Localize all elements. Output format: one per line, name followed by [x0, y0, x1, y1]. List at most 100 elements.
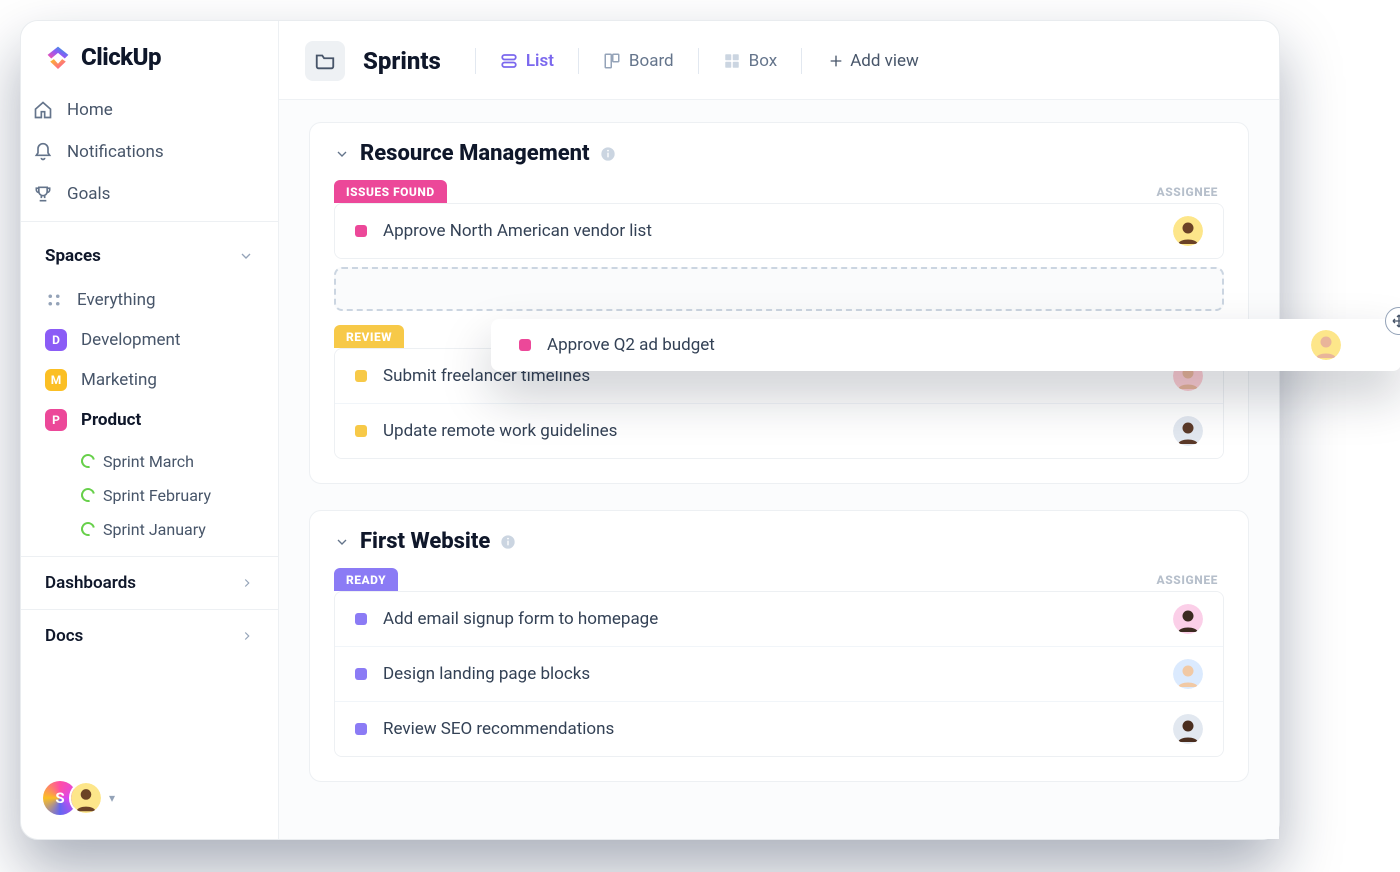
sidebar: ClickUp Home Notifications Goals Spaces	[21, 21, 279, 839]
avatar[interactable]	[1173, 714, 1203, 744]
space-badge-p: P	[45, 409, 67, 431]
task-drop-zone[interactable]	[334, 267, 1224, 311]
sprint-item-february[interactable]: Sprint February	[81, 478, 266, 512]
space-development[interactable]: D Development	[33, 320, 266, 360]
avatar[interactable]	[1173, 659, 1203, 689]
list-icon	[500, 52, 518, 70]
task-group-ready: Add email signup form to homepage Design…	[334, 591, 1224, 757]
task-name: Design landing page blocks	[383, 664, 590, 684]
plus-icon	[828, 53, 844, 69]
box-icon	[723, 52, 741, 70]
assignee-header: ASSIGNEE	[1157, 573, 1218, 587]
task-name: Review SEO recommendations	[383, 719, 614, 739]
group-panel-first-website: First Website READY ASSIGNEE Add email s…	[309, 510, 1249, 782]
spaces-header[interactable]: Spaces	[21, 228, 278, 280]
status-dot	[355, 425, 367, 437]
user-avatar	[69, 781, 103, 815]
nav-goals[interactable]: Goals	[21, 173, 278, 215]
chevron-down-icon	[238, 248, 254, 264]
collapse-icon[interactable]	[334, 534, 350, 550]
add-view-button[interactable]: Add view	[828, 51, 919, 71]
nav-home[interactable]: Home	[21, 89, 278, 131]
nav-notifications-label: Notifications	[67, 142, 164, 162]
view-bar: Sprints List Board Box Add view	[279, 21, 1279, 100]
sprint-icon	[78, 519, 97, 538]
status-dot	[355, 723, 367, 735]
add-view-label: Add view	[850, 51, 919, 71]
view-tab-box-label: Box	[749, 51, 778, 71]
view-tab-board[interactable]: Board	[597, 47, 680, 75]
space-marketing[interactable]: M Marketing	[33, 360, 266, 400]
space-badge-m: M	[45, 369, 67, 391]
status-label-review[interactable]: REVIEW	[334, 325, 404, 348]
move-icon	[1385, 307, 1400, 335]
task-name: Approve North American vendor list	[383, 221, 652, 241]
space-product-label: Product	[81, 410, 141, 430]
task-name: Update remote work guidelines	[383, 421, 617, 441]
sprint-item-march[interactable]: Sprint March	[81, 444, 266, 478]
nav-notifications[interactable]: Notifications	[21, 131, 278, 173]
sprint-label: Sprint January	[103, 520, 206, 539]
chevron-down-icon: ▾	[109, 791, 115, 805]
chevron-right-icon	[240, 629, 254, 643]
space-everything[interactable]: Everything	[33, 280, 266, 320]
home-icon	[33, 100, 53, 120]
dashboards-section[interactable]: Dashboards	[21, 556, 278, 609]
group-title: Resource Management	[360, 141, 590, 166]
space-product[interactable]: P Product	[33, 400, 266, 440]
task-name: Add email signup form to homepage	[383, 609, 658, 629]
sprint-label: Sprint February	[103, 486, 211, 505]
docs-label: Docs	[45, 626, 83, 646]
bell-icon	[33, 142, 53, 162]
task-row[interactable]: Update remote work guidelines	[335, 403, 1223, 458]
dashboards-label: Dashboards	[45, 573, 136, 593]
info-icon[interactable]	[600, 146, 616, 162]
docs-section[interactable]: Docs	[21, 609, 278, 662]
avatar[interactable]	[1311, 330, 1341, 360]
collapse-icon[interactable]	[334, 146, 350, 162]
nav-goals-label: Goals	[67, 184, 110, 204]
clickup-logo-icon	[45, 44, 71, 70]
view-tab-list[interactable]: List	[494, 47, 560, 75]
app-logo[interactable]: ClickUp	[21, 21, 278, 89]
status-dot	[355, 225, 367, 237]
avatar[interactable]	[1173, 604, 1203, 634]
folder-icon-button[interactable]	[305, 41, 345, 81]
avatar[interactable]	[1173, 216, 1203, 246]
task-name: Approve Q2 ad budget	[547, 335, 715, 355]
view-tab-board-label: Board	[629, 51, 674, 71]
everything-icon	[45, 291, 63, 309]
status-dot	[355, 668, 367, 680]
info-icon[interactable]	[500, 534, 516, 550]
chevron-right-icon	[240, 576, 254, 590]
dragging-task[interactable]: Approve Q2 ad budget	[491, 319, 1400, 371]
sprint-label: Sprint March	[103, 452, 194, 471]
folder-icon	[314, 50, 336, 72]
app-name: ClickUp	[81, 43, 161, 71]
space-everything-label: Everything	[77, 290, 156, 310]
space-badge-d: D	[45, 329, 67, 351]
group-panel-resource-management: Resource Management ISSUES FOUND ASSIGNE…	[309, 122, 1249, 484]
space-marketing-label: Marketing	[81, 370, 157, 390]
avatar[interactable]	[1173, 416, 1203, 446]
sprint-item-january[interactable]: Sprint January	[81, 512, 266, 546]
nav-home-label: Home	[67, 100, 113, 120]
board-icon	[603, 52, 621, 70]
main-area: Sprints List Board Box Add view	[279, 21, 1279, 839]
view-tab-list-label: List	[526, 51, 554, 71]
task-row[interactable]: Review SEO recommendations	[335, 701, 1223, 756]
status-dot	[519, 339, 531, 351]
view-tab-box[interactable]: Box	[717, 47, 784, 75]
task-group-issues: Approve North American vendor list	[334, 203, 1224, 259]
workspace-switcher[interactable]: S ▾	[21, 767, 278, 829]
task-row[interactable]: Design landing page blocks	[335, 646, 1223, 701]
status-label-ready[interactable]: READY	[334, 568, 398, 591]
task-row[interactable]: Add email signup form to homepage	[335, 592, 1223, 646]
sprint-icon	[78, 451, 97, 470]
task-row[interactable]: Approve North American vendor list	[335, 204, 1223, 258]
space-development-label: Development	[81, 330, 180, 350]
status-dot	[355, 370, 367, 382]
page-title: Sprints	[363, 47, 441, 75]
status-label-issues[interactable]: ISSUES FOUND	[334, 180, 447, 203]
trophy-icon	[33, 184, 53, 204]
